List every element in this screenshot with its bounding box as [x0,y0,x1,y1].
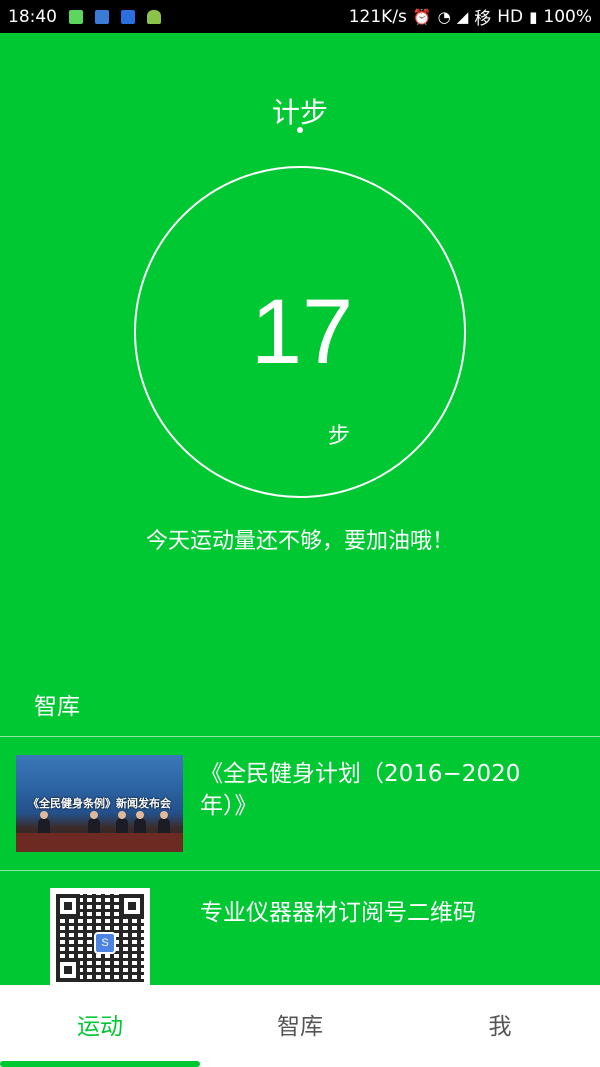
network-type: HD [497,6,524,27]
tab-me[interactable]: 我 [400,985,600,1067]
wifi-icon: ◔ [437,7,451,26]
thumbnail-figure [118,811,126,819]
notification-browser-icon [121,9,135,24]
active-tab-indicator [0,1061,200,1067]
notification-app-icon [69,9,83,24]
tab-sport[interactable]: 运动 [0,985,200,1067]
step-unit: 步 [328,424,351,449]
qr-code-icon: S [50,888,150,988]
thumbnail-figure [40,811,48,819]
android-debug-icon [147,9,161,24]
bottom-tab-bar: 运动 智库 我 [0,985,600,1067]
page-title: 计步 [271,96,328,129]
page-indicator-dot [297,127,303,133]
clock: 18:40 [8,6,57,27]
divider [0,870,600,871]
battery-level: 100% [543,6,592,27]
thumbnail-caption: 《全民健身条例》新闻发布会 [28,797,171,810]
net-speed: 121K/s [348,6,407,27]
thumbnail-figure [136,811,144,819]
qr-pattern: S [56,894,144,982]
divider [0,736,600,737]
article-title: 《全民健身计划（2016−2020年）》 [200,761,521,819]
qr-finder [56,894,80,918]
tab-library[interactable]: 智库 [200,985,400,1067]
battery-icon: ▮ [529,7,538,26]
step-counter-ring[interactable]: 17 步 [134,166,466,498]
qr-finder [56,958,80,982]
article-title: 专业仪器器材订阅号二维码 [200,900,476,926]
carrier-label: 移 [474,9,492,29]
article-thumbnail: 《全民健身条例》新闻发布会 [16,755,183,852]
status-bar: 18:40 121K/s ⏰ ◔ ◢ 移 HD ▮ 100% [0,0,600,33]
notification-message-icon [95,9,109,24]
thumbnail-figure [90,811,98,819]
qr-logo: S [94,932,116,954]
qr-finder [120,894,144,918]
signal-icon: ◢ [456,7,469,26]
step-count: 17 [250,281,354,383]
thumbnail-table [16,833,183,852]
section-title-library: 智库 [34,694,80,720]
encouragement-message: 今天运动量还不够，要加油哦！ [145,529,454,554]
alarm-icon: ⏰ [412,7,432,26]
thumbnail-figure [160,811,168,819]
